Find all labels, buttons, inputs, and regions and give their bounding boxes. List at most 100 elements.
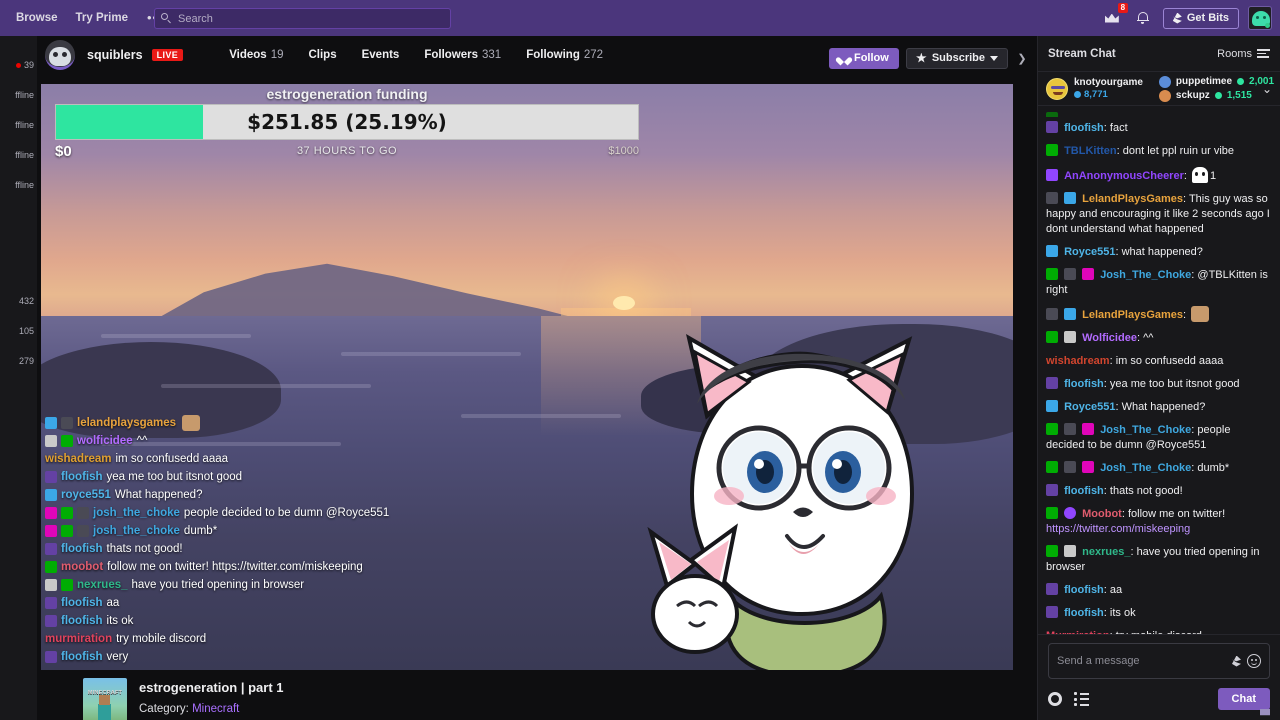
chat-input[interactable]: [1057, 655, 1226, 667]
tab-following-count: 272: [583, 49, 604, 61]
chat-message: wishadream: im so confusedd aaaa: [1046, 355, 1224, 367]
rail-item[interactable]: ffline: [0, 110, 37, 140]
funding-progress-overlay: estrogeneration funding $251.85 (25.19%)…: [55, 86, 639, 160]
bits-icon: [1232, 655, 1241, 667]
rail-item[interactable]: ffline: [0, 140, 37, 170]
chat-message: floofish: fact: [1046, 117, 1272, 140]
mod-badge-icon: [61, 507, 73, 519]
tab-following[interactable]: Following 272: [514, 43, 615, 67]
chat-username[interactable]: nexrues_: [1082, 546, 1130, 558]
rail-item[interactable]: ffline: [0, 170, 37, 200]
tab-videos[interactable]: Videos 19: [217, 43, 295, 67]
chat-username[interactable]: floofish: [1064, 378, 1104, 390]
get-bits-button[interactable]: Get Bits: [1162, 7, 1239, 29]
funding-footer: $0 37 HOURS TO GO $1000: [55, 141, 639, 161]
bits-badge-icon: [1064, 461, 1077, 473]
video-chat-message: people decided to be dumn @Royce551: [183, 507, 390, 519]
chat-username[interactable]: floofish: [1064, 122, 1104, 134]
search-bar[interactable]: [154, 8, 451, 29]
sub-badge-icon: [1046, 377, 1058, 389]
channel-avatar[interactable]: [45, 40, 75, 70]
chat-username[interactable]: Wolficidee: [1082, 332, 1137, 344]
funding-progress-bar: $251.85 (25.19%): [55, 104, 639, 140]
tab-followers[interactable]: Followers 331: [412, 43, 513, 67]
rail-item[interactable]: 105: [0, 316, 37, 346]
chat-message: Wolficidee: ^^: [1046, 327, 1272, 350]
video-chat-row: wolficidee ^^: [45, 432, 665, 450]
gray-badge-icon: [1064, 331, 1077, 343]
chat-message: LelandPlaysGames: This guy was so happy …: [1046, 192, 1270, 235]
game-boxart[interactable]: MINECRAFT: [83, 678, 127, 720]
chat-input-wrapper[interactable]: [1048, 643, 1270, 679]
vip-badge-icon: [1082, 461, 1095, 473]
search-input[interactable]: [178, 12, 444, 25]
bits-badge-icon: [77, 525, 89, 537]
chat-username[interactable]: floofish: [1064, 607, 1104, 619]
bell-icon: [1136, 11, 1149, 25]
rail-item[interactable]: 432: [0, 286, 37, 316]
chat-message: TBLKitten: dont let ppl ruin ur vibe: [1046, 140, 1272, 163]
prime-crown-button[interactable]: 8: [1101, 3, 1128, 29]
chat-username[interactable]: Josh_The_Choke: [1100, 462, 1191, 474]
chat-username[interactable]: LelandPlaysGames: [1082, 309, 1183, 321]
chat-username[interactable]: LelandPlaysGames: [1082, 193, 1183, 205]
chat-text: ^^: [1143, 332, 1154, 344]
cheerer-name: puppetimee: [1175, 76, 1233, 87]
chat-link[interactable]: https://twitter.com/miskeeping: [1046, 523, 1190, 535]
rail-item[interactable]: 279: [0, 346, 37, 376]
bits-leaderboard[interactable]: knotyourgame 8,771 puppetimee 2,001 scku: [1038, 72, 1280, 106]
chat-text: its ok: [1109, 607, 1136, 619]
tab-events[interactable]: Events: [350, 43, 412, 67]
channel-name[interactable]: squiblers: [87, 48, 143, 62]
chat-message: Murmiration: try mobile discord: [1046, 625, 1272, 634]
bits-input-button[interactable]: [1232, 655, 1241, 667]
verified-badge-icon: [1064, 507, 1077, 519]
chat-message: Josh_The_Choke: dumb*: [1046, 457, 1272, 480]
chat-username[interactable]: wishadream: [1046, 355, 1110, 367]
video-chat-row: nexrues_ have you tried opening in brows…: [45, 576, 665, 594]
heart-icon: [839, 54, 849, 63]
video-chat-username: nexrues_: [77, 579, 128, 591]
tab-clips[interactable]: Clips: [296, 43, 348, 67]
gear-icon[interactable]: [1048, 692, 1062, 706]
video-chat-row: murmiration try mobile discord: [45, 630, 665, 648]
follow-button[interactable]: Follow: [828, 47, 899, 69]
chat-flag-icon[interactable]: [1260, 709, 1270, 716]
chat-username[interactable]: Moobot: [1082, 508, 1122, 520]
chat-text: What happened?: [1121, 401, 1206, 413]
chat-username[interactable]: Josh_The_Choke: [1100, 424, 1191, 436]
gray-badge-icon: [45, 435, 57, 447]
chat-username[interactable]: Josh_The_Choke: [1100, 269, 1191, 281]
crown-icon: [1104, 13, 1119, 23]
hands-emote-icon: [1191, 306, 1210, 322]
user-avatar[interactable]: [1248, 6, 1272, 30]
video-player[interactable]: estrogeneration funding $251.85 (25.19%)…: [41, 84, 1013, 670]
nav-try-prime[interactable]: Try Prime: [68, 7, 136, 29]
rail-item-label: 39: [23, 60, 34, 70]
mod-badge-icon: [1046, 461, 1058, 473]
video-chat-row: josh_the_choke dumb*: [45, 522, 665, 540]
chat-username[interactable]: floofish: [1064, 485, 1104, 497]
chat-username[interactable]: Royce551: [1064, 401, 1115, 413]
nav-browse[interactable]: Browse: [8, 7, 66, 29]
chat-username[interactable]: Royce551: [1064, 246, 1115, 258]
emote-picker-button[interactable]: [1247, 654, 1261, 668]
left-sidebar-collapsed[interactable]: 39 ffline ffline ffline ffline 432 105 2…: [0, 36, 37, 720]
chat-username[interactable]: TBLKitten: [1064, 145, 1117, 157]
rail-item[interactable]: 39: [0, 50, 37, 80]
subscribe-button[interactable]: Subscribe: [905, 47, 1008, 69]
chat-username[interactable]: floofish: [1064, 584, 1104, 596]
category-link[interactable]: Minecraft: [192, 703, 239, 715]
chat-message-list[interactable]: floofish: fact TBLKitten: dont let ppl r…: [1038, 106, 1280, 634]
chat-username[interactable]: AnAnonymousCheerer: [1064, 170, 1184, 182]
chevron-down-icon[interactable]: ⌄: [1262, 82, 1272, 96]
collapse-panel-button[interactable]: ❯: [1015, 45, 1029, 71]
rooms-button[interactable]: Rooms: [1217, 48, 1270, 60]
notifications-button[interactable]: [1132, 7, 1154, 29]
rail-item[interactable]: ffline: [0, 80, 37, 110]
chevron-down-icon: [990, 55, 998, 61]
send-chat-button[interactable]: Chat: [1217, 688, 1270, 710]
category-label: Category:: [139, 703, 189, 715]
prime-badge-icon: [1046, 245, 1058, 257]
chat-list-icon[interactable]: [1074, 692, 1089, 706]
